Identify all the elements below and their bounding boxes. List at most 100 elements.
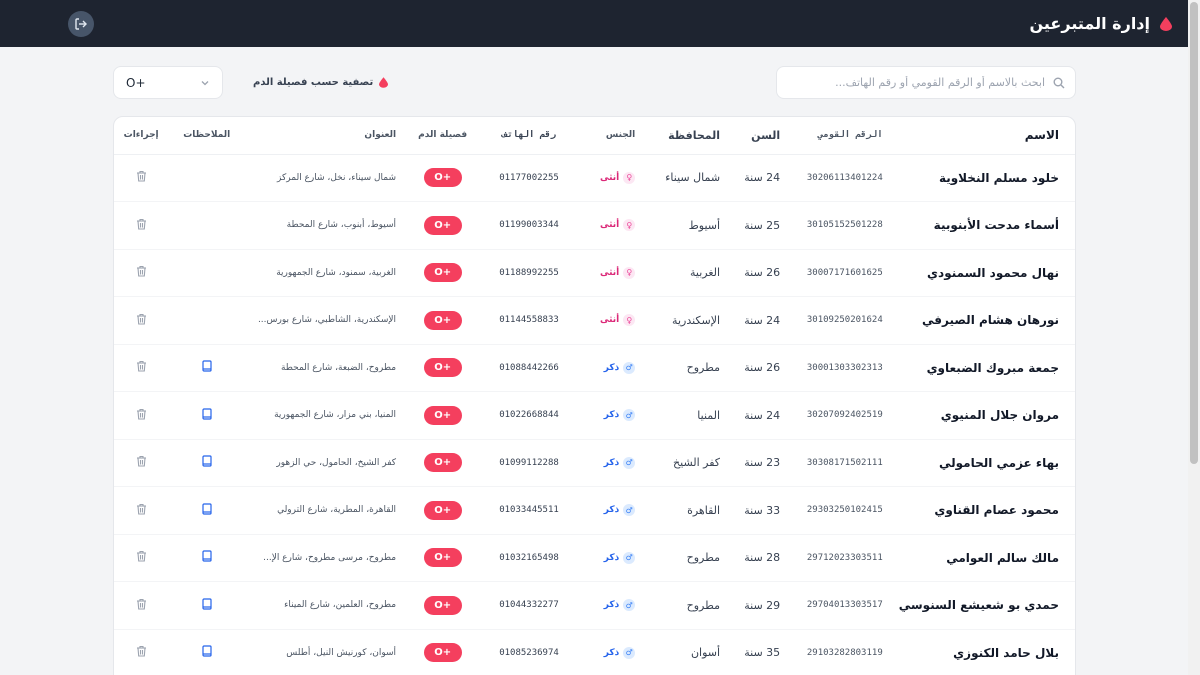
chevron-down-icon [201,80,209,85]
phone: 01032165498 [499,552,559,563]
actions-cell [114,297,168,345]
table-header-row: الاسم الرقم القومي السن المحافظة الجنس ر… [114,117,1075,154]
actions-cell [114,202,168,250]
page-scrollbar[interactable] [1188,0,1200,675]
phone: 01177002255 [499,172,559,183]
blood-type-cell: O+ [404,629,481,675]
notes-book-icon[interactable] [201,598,213,610]
blood-type-badge: O+ [423,500,462,520]
blood-filter-label: تصفية حسب فصيلة الدم [253,66,389,99]
delete-trash-icon[interactable] [136,408,147,420]
notes-book-icon[interactable] [201,645,213,657]
national-id: 30308171502111 [806,457,883,468]
delete-trash-icon[interactable] [136,265,147,277]
national-id: 30105152501228 [806,220,883,231]
blood-type-cell: O+ [404,534,481,582]
donor-name: جمعة مبروك الضبعاوي [926,360,1059,375]
table-row[interactable]: نهال محمود السمنودي 30007171601625 26 سنة ا… [114,249,1075,297]
notes-book-icon[interactable] [201,550,213,562]
table-row[interactable]: مروان جلال المنيوي 30207092402519 24 سنة ال… [114,392,1075,440]
phone: 01085236974 [499,647,559,658]
notes-cell [168,154,245,202]
delete-trash-icon[interactable] [136,645,147,657]
table-row[interactable]: بلال حامد الكنوزي 29103282803119 35 سنة أسو… [114,629,1075,675]
delete-trash-icon[interactable] [136,360,147,372]
gender-cell: ♀ أنثى [577,249,644,297]
table-row[interactable]: جمعة مبروك الضبعاوي 30001303302313 26 سنة م… [114,344,1075,392]
notes-cell [168,202,245,250]
notes-book-icon[interactable] [201,408,213,420]
notes-cell [168,344,245,392]
gender-badge: ♂ ذكر [603,361,636,374]
delete-trash-icon[interactable] [136,313,147,325]
actions-cell [114,534,168,582]
delete-trash-icon[interactable] [136,550,147,562]
female-icon: ♀ [623,266,636,279]
gender-badge: ♀ أنثى [600,314,636,327]
gender-badge: ♂ ذكر [604,646,636,659]
donor-name: خلود مسلم النخلاوية [938,170,1059,185]
gender-label: ذكر [603,600,620,611]
blood-type-badge: O+ [423,453,462,473]
address: الإسكندرية، الشاطبي، شارع بورس... [257,315,397,326]
column-header-phone[interactable]: رقم الهاتف [481,117,576,154]
delete-trash-icon[interactable] [136,503,147,515]
table-row[interactable]: نورهان هشام الصيرفي 30109250201624 24 سنة ا… [114,297,1075,345]
blood-type-cell: O+ [404,439,481,487]
gender-badge: ♀ أنثى [600,171,636,184]
gender-badge: ♂ ذكر [604,504,636,517]
table-row[interactable]: حمدي بو شعيشع السنوسي 29704013303517 29 سن… [114,582,1075,630]
donor-name: مروان جلال المنيوي [940,408,1059,423]
column-header-age[interactable]: السن [728,117,788,154]
gender-label: ذكر [603,362,620,373]
blood-type-select[interactable]: O+ [113,66,223,99]
search-input[interactable] [787,76,1045,89]
delete-trash-icon[interactable] [136,218,147,230]
address: المنيا، بني مزار، شارع الجمهورية [274,410,397,421]
age: 33 سنة [744,503,781,517]
blood-type-cell: O+ [404,582,481,630]
age: 28 سنة [744,551,781,565]
column-header-address[interactable]: العنوان [245,117,404,154]
actions-cell [114,582,168,630]
page-title: إدارة المتبرعين [1029,14,1151,33]
donor-name: بلال حامد الكنوزي [953,645,1059,660]
donor-name: أسماء مدحت الأبنوبية [933,218,1059,233]
column-header-national-id[interactable]: الرقم القومي [788,117,891,154]
gender-cell: ♂ ذكر [577,534,644,582]
logout-icon [75,17,87,30]
age: 29 سنة [744,598,781,612]
blood-type-badge: O+ [423,263,462,283]
notes-book-icon[interactable] [201,503,213,515]
toolbar: تصفية حسب فصيلة الدم O+ [113,66,1076,99]
column-header-governorate[interactable]: المحافظة [643,117,728,154]
notes-book-icon[interactable] [201,455,213,467]
blood-type-badge: O+ [423,548,462,568]
gender-cell: ♂ ذكر [577,582,644,630]
table-row[interactable]: محمود عصام القناوي 29303250102415 33 سنة ال… [114,487,1075,535]
notes-cell [168,487,245,535]
table-row[interactable]: بهاء عزمي الحامولي 30308171502111 23 سنة كف… [114,439,1075,487]
actions-cell [114,629,168,675]
donor-name: نهال محمود السمنودي [927,265,1059,280]
search-box[interactable] [776,66,1076,99]
logout-button[interactable] [68,10,94,37]
notes-book-icon[interactable] [201,360,213,372]
scrollbar-thumb[interactable] [1190,2,1198,464]
table-row[interactable]: مالك سالم العوامي 29712023303511 28 سنة مطر… [114,534,1075,582]
blood-drop-icon [1160,16,1172,31]
female-icon: ♀ [623,219,636,232]
column-header-name[interactable]: الاسم [891,117,1075,154]
phone: 01033445511 [499,505,559,516]
table-row[interactable]: خلود مسلم النخلاوية 30206113401224 24 سنة ش… [114,154,1075,202]
blood-drop-icon [379,77,389,88]
column-header-gender[interactable]: الجنس [577,117,644,154]
delete-trash-icon[interactable] [136,598,147,610]
gender-label: ذكر [603,552,620,563]
column-header-blood-type[interactable]: فصيلة الدم [404,117,481,154]
table-row[interactable]: أسماء مدحت الأبنوبية 30105152501228 25 سنة… [114,202,1075,250]
notes-cell [168,392,245,440]
male-icon: ♂ [623,504,636,517]
delete-trash-icon[interactable] [136,170,147,182]
delete-trash-icon[interactable] [136,455,147,467]
